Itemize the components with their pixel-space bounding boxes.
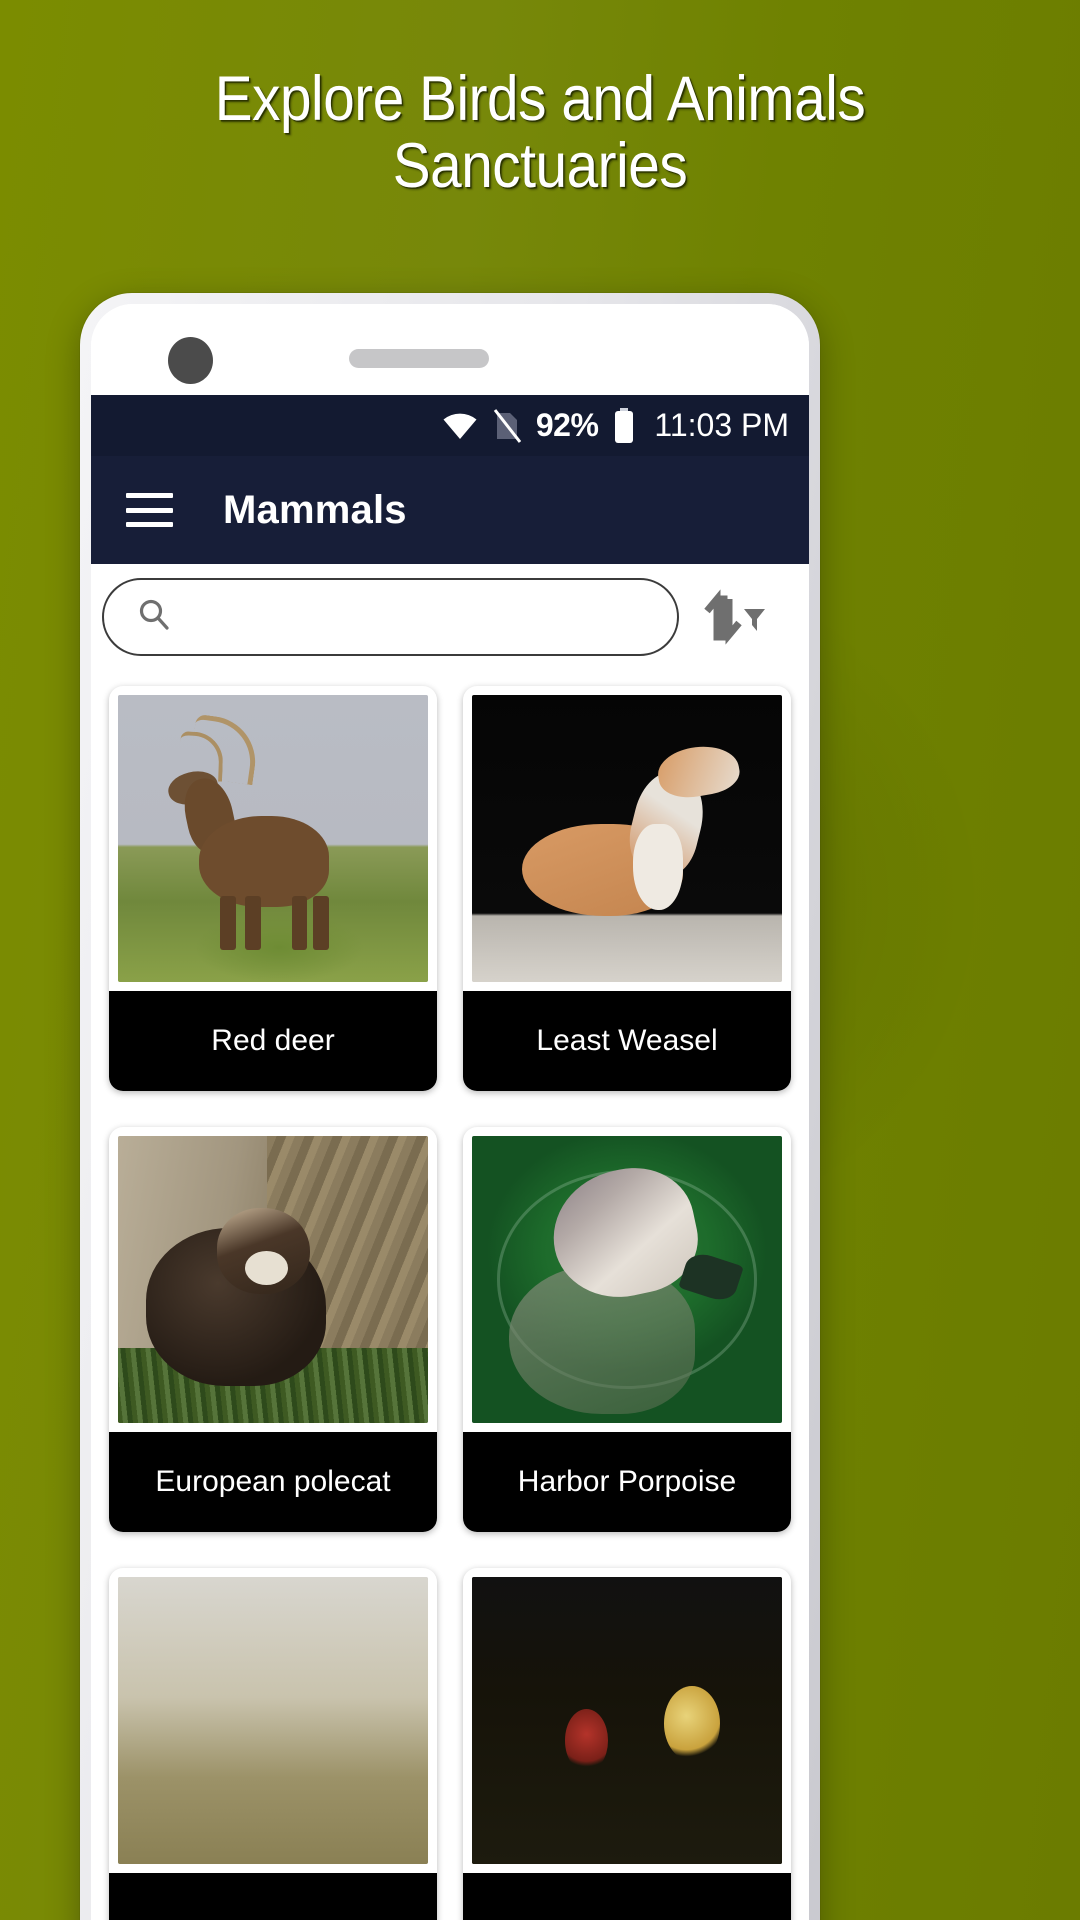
search-icon xyxy=(136,597,172,638)
app-bar: Mammals xyxy=(91,456,809,564)
weasel-illustration xyxy=(472,695,782,982)
animal-name-label xyxy=(109,1873,437,1920)
animal-name-label xyxy=(463,1873,791,1920)
promo-headline: Explore Birds and Animals Sanctuaries xyxy=(214,64,866,202)
promo-backdrop: Explore Birds and Animals Sanctuaries 92… xyxy=(0,0,1080,1920)
status-time-label: 11:03 PM xyxy=(654,407,789,443)
animal-photo xyxy=(472,1577,782,1864)
porpoise-illustration xyxy=(472,1136,782,1423)
animal-illustration xyxy=(472,1577,782,1864)
deer-illustration xyxy=(118,695,428,982)
animal-card[interactable]: European polecat xyxy=(109,1127,437,1532)
animal-name-label: Harbor Porpoise xyxy=(463,1432,791,1532)
no-sim-icon xyxy=(493,408,521,443)
hamburger-menu-icon[interactable] xyxy=(126,493,173,527)
battery-icon xyxy=(613,407,635,444)
animal-name-label: Red deer xyxy=(109,991,437,1091)
search-row xyxy=(91,564,809,670)
search-input[interactable] xyxy=(172,580,677,654)
animal-card[interactable]: Least Weasel xyxy=(463,686,791,1091)
search-field[interactable] xyxy=(102,578,679,656)
sort-filter-icon[interactable] xyxy=(679,578,791,656)
animal-photo xyxy=(118,1577,428,1864)
battery-percent-label: 92% xyxy=(535,407,599,443)
animal-photo xyxy=(118,1136,428,1423)
page-title: Mammals xyxy=(223,487,407,532)
animal-illustration xyxy=(118,1577,428,1864)
animal-name-label: Least Weasel xyxy=(463,991,791,1091)
phone-top-bezel xyxy=(91,304,809,395)
front-camera-icon xyxy=(168,337,213,384)
animal-card[interactable] xyxy=(109,1568,437,1920)
status-bar: 92% 11:03 PM xyxy=(91,395,809,456)
earpiece-speaker-icon xyxy=(349,349,489,368)
animal-photo xyxy=(472,695,782,982)
animal-name-label: European polecat xyxy=(109,1432,437,1532)
polecat-illustration xyxy=(118,1136,428,1423)
animal-card[interactable]: Red deer xyxy=(109,686,437,1091)
animal-photo xyxy=(118,695,428,982)
wifi-icon xyxy=(442,412,478,440)
phone-mockup-frame: 92% 11:03 PM Mammals Red deer Least Weas… xyxy=(80,293,820,1920)
phone-screen: 92% 11:03 PM Mammals Red deer Least Weas… xyxy=(91,304,809,1920)
animal-card[interactable] xyxy=(463,1568,791,1920)
animal-grid: Red deer Least Weasel European polecat H… xyxy=(91,670,809,1920)
animal-photo xyxy=(472,1136,782,1423)
animal-card[interactable]: Harbor Porpoise xyxy=(463,1127,791,1532)
